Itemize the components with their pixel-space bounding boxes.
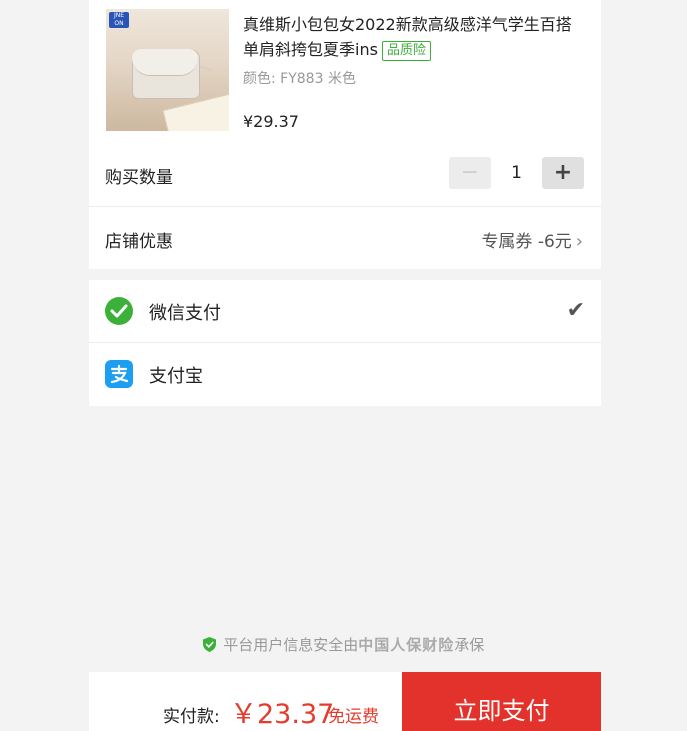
decrease-quantity-button[interactable]: − bbox=[449, 157, 491, 189]
payment-option-alipay[interactable]: 支付宝 bbox=[89, 343, 601, 405]
payment-option-label: 微信支付 bbox=[149, 303, 221, 324]
chevron-right-icon: › bbox=[575, 231, 583, 252]
security-text-suffix: 承保 bbox=[454, 636, 485, 654]
payment-option-wechat[interactable]: 微信支付 ✔ bbox=[89, 280, 601, 343]
product-card: JNE ON 真维斯小包包女2022新款高级感洋气学生百搭单肩斜挎包夏季ins 品… bbox=[89, 0, 601, 141]
store-logo: JNE ON bbox=[109, 12, 129, 28]
increase-quantity-button[interactable]: + bbox=[542, 157, 584, 189]
quantity-value[interactable]: 1 bbox=[491, 163, 542, 183]
alipay-icon bbox=[105, 360, 133, 388]
quantity-row: 购买数量 − 1 + bbox=[89, 141, 601, 207]
payment-methods: 微信支付 ✔ 支付宝 bbox=[89, 280, 601, 406]
pay-now-button[interactable]: 立即支付 bbox=[402, 672, 601, 731]
payment-option-label: 支付宝 bbox=[149, 366, 203, 387]
product-variant: 颜色: FY883 米色 bbox=[243, 71, 356, 87]
total-amount: ￥23.37 bbox=[230, 699, 335, 730]
bag-flap bbox=[132, 49, 198, 76]
shield-check-icon bbox=[202, 637, 220, 654]
free-shipping-label: 免运费 bbox=[328, 707, 379, 727]
security-text-prefix: 平台用户信息安全由 bbox=[223, 636, 359, 654]
total-summary: 实付款: ￥23.37 免运费 bbox=[89, 672, 402, 731]
security-notice: 平台用户信息安全由中国人保财险承保 bbox=[0, 634, 687, 655]
checkout-bar: 实付款: ￥23.37 免运费 立即支付 bbox=[89, 672, 601, 731]
coupon-value: 专属券 -6元 bbox=[481, 232, 572, 252]
product-thumbnail[interactable]: JNE ON bbox=[106, 9, 229, 131]
coupon-selector[interactable]: 专属券 -6元 › bbox=[481, 227, 583, 252]
shop-discount-label: 店铺优惠 bbox=[105, 232, 173, 252]
insurer-name: 中国人保财险 bbox=[358, 636, 455, 654]
total-label: 实付款: bbox=[163, 707, 220, 727]
quality-insurance-badge: 品质险 bbox=[381, 41, 431, 61]
product-title: 真维斯小包包女2022新款高级感洋气学生百搭单肩斜挎包夏季ins 品质险 bbox=[243, 12, 583, 62]
shop-discount-row[interactable]: 店铺优惠 专属券 -6元 › bbox=[89, 207, 601, 269]
wechat-pay-icon bbox=[105, 297, 133, 325]
product-price: ¥29.37 bbox=[243, 112, 299, 131]
checkmark-icon: ✔ bbox=[566, 298, 585, 323]
quantity-label: 购买数量 bbox=[105, 168, 173, 188]
